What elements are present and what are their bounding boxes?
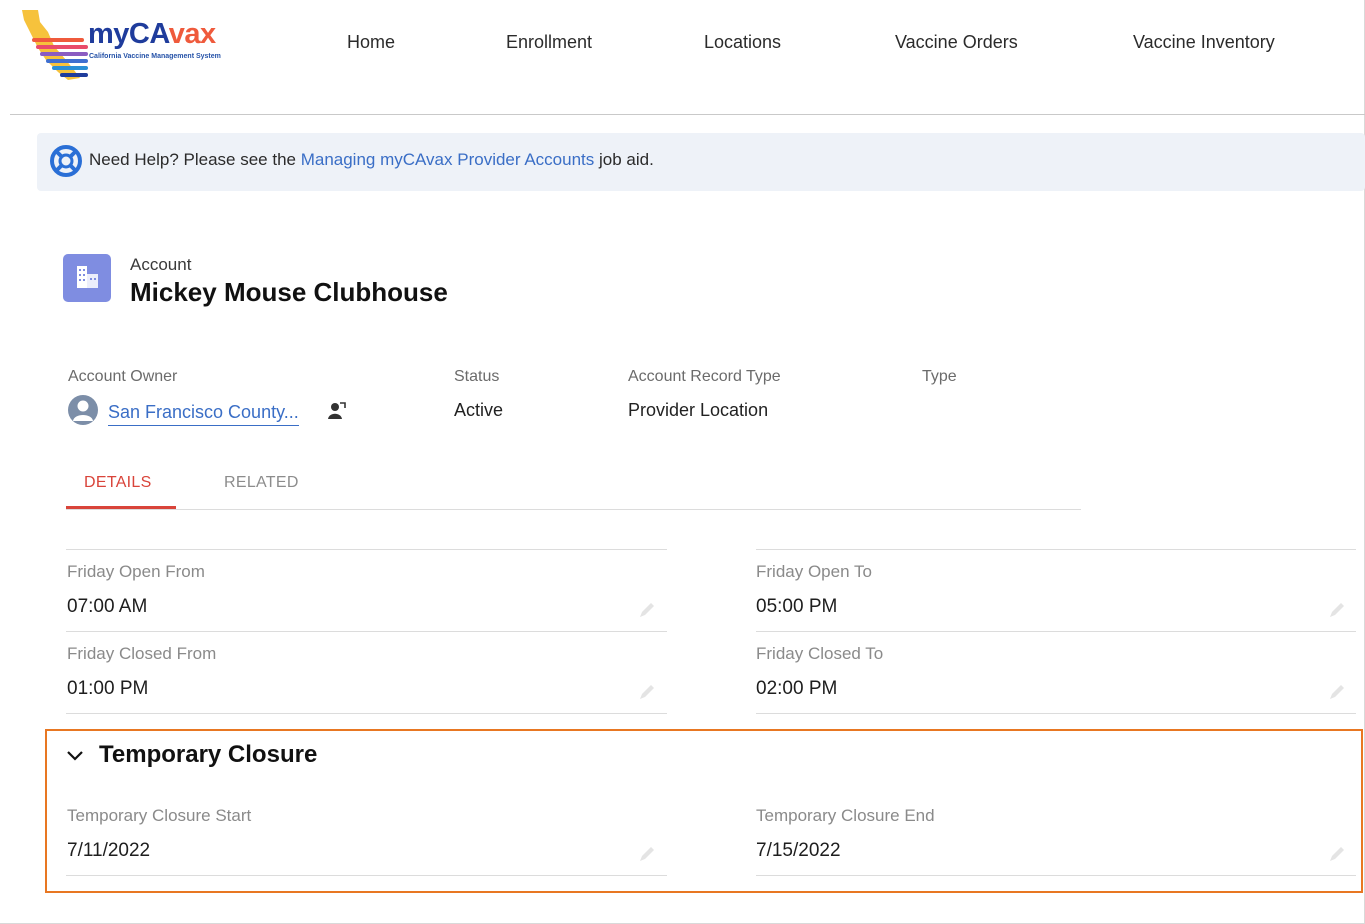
owner-avatar <box>68 395 98 425</box>
account-icon <box>63 254 111 302</box>
lifebuoy-icon <box>50 145 82 177</box>
record-type-label: Account Record Type <box>628 368 781 385</box>
logo-wordmark: myCAvax <box>88 18 216 50</box>
help-job-aid-link[interactable]: Managing myCAvax Provider Accounts <box>301 150 595 169</box>
nav-home[interactable]: Home <box>347 32 395 53</box>
field-divider <box>66 875 667 876</box>
edit-pencil-icon[interactable] <box>637 600 657 620</box>
field-divider <box>66 549 667 550</box>
status-label: Status <box>454 368 500 385</box>
field-divider <box>66 631 667 632</box>
mycavax-logo[interactable]: myCAvax California Vaccine Management Sy… <box>18 8 288 83</box>
edit-pencil-icon[interactable] <box>637 682 657 702</box>
friday-closed-to-label: Friday Closed To <box>756 644 884 663</box>
field-divider <box>756 549 1356 550</box>
section-title: Temporary Closure <box>99 741 318 768</box>
status-value: Active <box>454 400 504 420</box>
top-header: myCAvax California Vaccine Management Sy… <box>0 0 1365 110</box>
field-divider <box>756 631 1356 632</box>
friday-closed-from-value: 01:00 PM <box>67 678 149 699</box>
object-type-label: Account <box>130 255 192 274</box>
temporary-closure-end-label: Temporary Closure End <box>756 806 935 825</box>
help-banner: Need Help? Please see the Managing myCAv… <box>37 133 1365 191</box>
record-title: Mickey Mouse Clubhouse <box>130 277 448 307</box>
edit-pencil-icon[interactable] <box>1327 682 1347 702</box>
nav-enrollment[interactable]: Enrollment <box>506 32 592 53</box>
user-icon <box>73 400 93 421</box>
nav-locations[interactable]: Locations <box>704 32 781 53</box>
friday-closed-from-label: Friday Closed From <box>67 644 217 663</box>
type-label: Type <box>922 368 957 385</box>
record-tabs: DETAILS RELATED <box>66 468 1081 510</box>
friday-open-from-value: 07:00 AM <box>67 596 148 617</box>
chevron-down-icon <box>67 751 83 761</box>
tab-details[interactable]: DETAILS <box>84 474 152 492</box>
app-window: myCAvax California Vaccine Management Sy… <box>0 0 1365 924</box>
temporary-closure-start-label: Temporary Closure Start <box>67 806 252 825</box>
record-type-value: Provider Location <box>628 400 769 420</box>
field-divider <box>66 713 667 714</box>
edit-pencil-icon[interactable] <box>1327 844 1347 864</box>
logo-subtitle: California Vaccine Management System <box>89 53 221 60</box>
field-divider <box>756 875 1356 876</box>
friday-open-to-label: Friday Open To <box>756 562 872 581</box>
account-owner-label: Account Owner <box>68 368 178 385</box>
friday-open-to-value: 05:00 PM <box>756 596 838 617</box>
nav-vaccine-orders[interactable]: Vaccine Orders <box>895 32 1018 53</box>
header-divider <box>10 114 1365 115</box>
edit-pencil-icon[interactable] <box>1327 600 1347 620</box>
account-owner-link[interactable]: San Francisco County... <box>108 402 299 426</box>
help-message: Need Help? Please see the Managing myCAv… <box>89 150 654 169</box>
field-divider <box>756 713 1356 714</box>
temporary-closure-end-value: 7/15/2022 <box>756 840 841 861</box>
change-owner-icon[interactable] <box>326 400 346 422</box>
edit-pencil-icon[interactable] <box>637 844 657 864</box>
active-tab-indicator <box>66 506 176 509</box>
california-map-icon <box>22 10 88 80</box>
nav-vaccine-inventory[interactable]: Vaccine Inventory <box>1133 32 1275 53</box>
friday-open-from-label: Friday Open From <box>67 562 205 581</box>
tab-related[interactable]: RELATED <box>224 474 299 492</box>
temporary-closure-start-value: 7/11/2022 <box>67 840 151 861</box>
friday-closed-to-value: 02:00 PM <box>756 678 838 699</box>
